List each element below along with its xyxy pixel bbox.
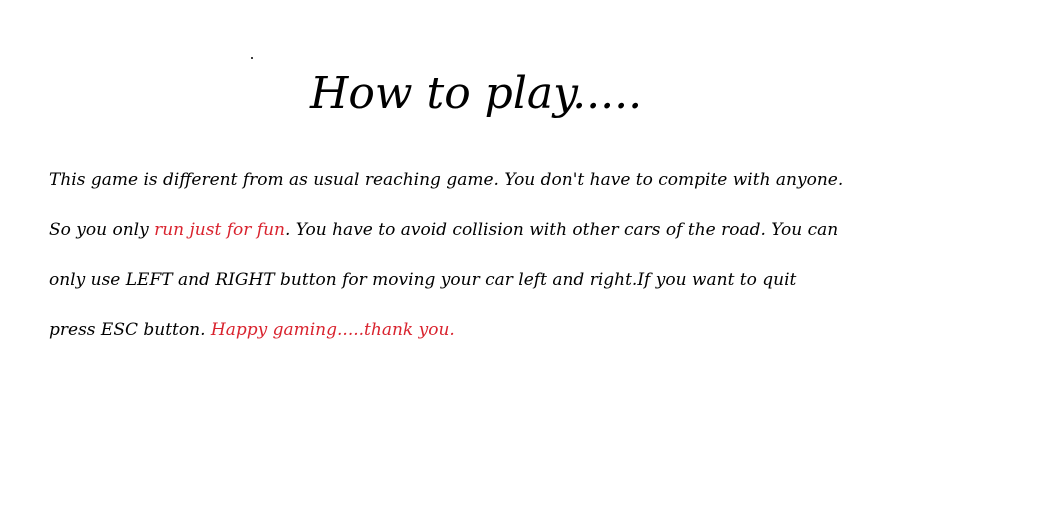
instructions-line-3: only use LEFT and RIGHT button for movin… bbox=[49, 255, 849, 305]
instructions-line-1: This game is different from as usual rea… bbox=[49, 155, 849, 205]
instructions-line-4: press ESC button. Happy gaming.....thank… bbox=[49, 305, 849, 355]
instructions-line-2-pre: So you only bbox=[49, 220, 155, 240]
instructions-line-4-pre: press ESC button. bbox=[49, 320, 211, 340]
page-title: How to play..... bbox=[310, 68, 643, 119]
highlight-happy-gaming: Happy gaming.....thank you. bbox=[210, 320, 455, 340]
instructions-line-2: So you only run just for fun. You have t… bbox=[49, 205, 849, 255]
highlight-run-just-for-fun: run just for fun bbox=[154, 220, 285, 240]
instructions-text: This game is different from as usual rea… bbox=[49, 155, 849, 355]
instructions-line-3-text: only use LEFT and RIGHT button for movin… bbox=[49, 270, 797, 290]
instructions-line-1-text: This game is different from as usual rea… bbox=[49, 170, 844, 190]
stray-dot bbox=[251, 57, 253, 59]
instructions-line-2-post: . You have to avoid collision with other… bbox=[284, 220, 839, 240]
